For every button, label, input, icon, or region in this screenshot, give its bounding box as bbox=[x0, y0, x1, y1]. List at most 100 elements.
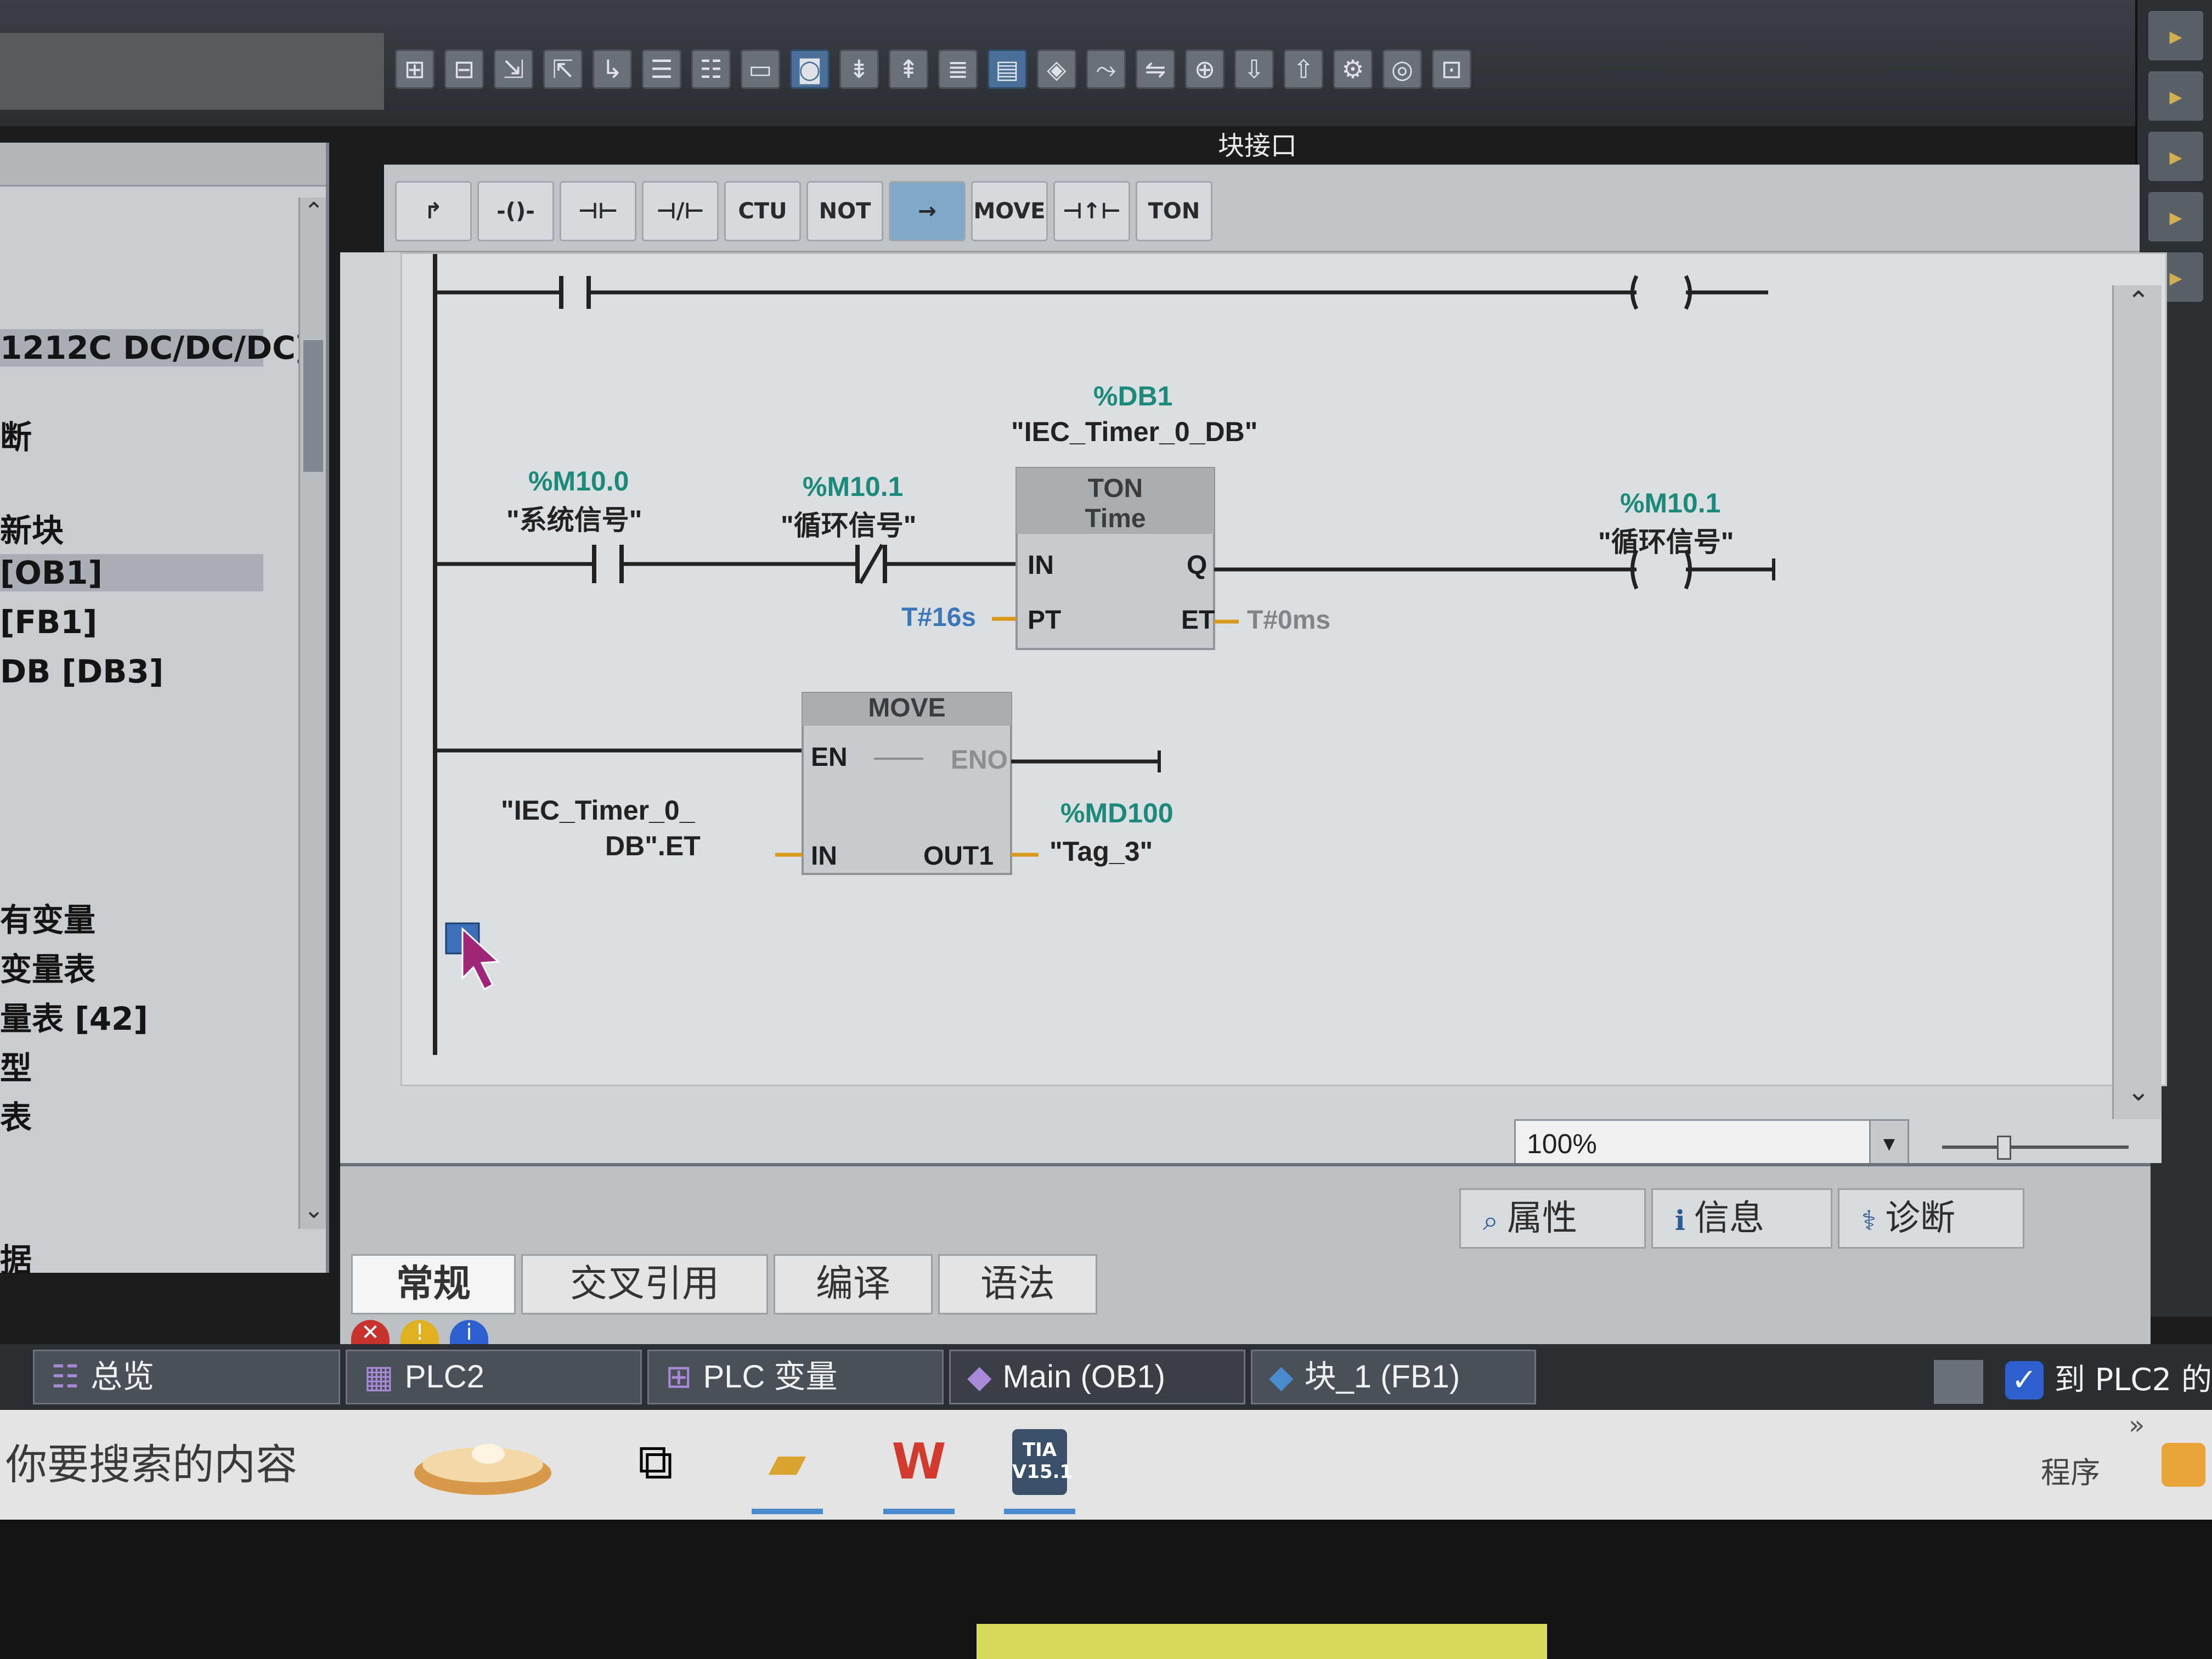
editor-scroll-down-icon[interactable]: ⌄ bbox=[2114, 1075, 2163, 1119]
tree-item-add-tag-table[interactable]: 变量表 bbox=[0, 944, 95, 990]
tasks-card-icon[interactable]: ▸ bbox=[2148, 132, 2203, 181]
task-tab-overview[interactable]: ☷ 总览 bbox=[33, 1350, 340, 1404]
error-filter-icon[interactable]: ✕ bbox=[351, 1320, 390, 1347]
ton-block-subtype[interactable]: Time bbox=[1017, 504, 1214, 534]
close-all-icon[interactable]: ⇞ bbox=[889, 49, 928, 89]
editor-scroll-up-icon[interactable]: ⌃ bbox=[2114, 285, 2163, 329]
move-in-operand-line1[interactable]: "IEC_Timer_0_ bbox=[501, 794, 695, 826]
move-out-name[interactable]: "Tag_3" bbox=[1049, 836, 1153, 867]
not-button[interactable]: NOT bbox=[806, 181, 883, 241]
network-comment-icon[interactable]: ≣ bbox=[938, 49, 978, 89]
open-branch-icon[interactable]: ↱ bbox=[395, 181, 472, 241]
zoom-slider[interactable] bbox=[1942, 1130, 2129, 1163]
coil-address[interactable]: %M10.1 bbox=[1620, 487, 1720, 519]
tab-info[interactable]: ℹ 信息 bbox=[1651, 1188, 1832, 1249]
tree-item-online-data[interactable]: 据 bbox=[0, 1234, 32, 1280]
warning-filter-icon[interactable]: ! bbox=[400, 1320, 439, 1347]
file-explorer-icon[interactable]: ▰ bbox=[735, 1421, 839, 1514]
upload-icon[interactable]: ⇧ bbox=[1284, 49, 1323, 89]
ton-et-value[interactable]: T#0ms bbox=[1247, 605, 1330, 635]
download-icon[interactable]: ⇩ bbox=[1234, 49, 1274, 89]
move-button[interactable]: MOVE bbox=[971, 181, 1048, 241]
tree-item-fb1[interactable]: [FB1] bbox=[0, 603, 97, 641]
layout-icon[interactable]: ⊡ bbox=[1432, 49, 1471, 89]
scroll-down-icon[interactable]: ⌄ bbox=[300, 1196, 328, 1229]
list-alt-icon[interactable]: ☷ bbox=[691, 49, 731, 89]
tab-diagnostics[interactable]: ⚕ 诊断 bbox=[1838, 1188, 2024, 1249]
insert-network-icon[interactable]: ⊞ bbox=[395, 49, 435, 89]
coil-icon[interactable]: -()- bbox=[477, 181, 554, 241]
tree-item-default-tag-table[interactable]: 量表 [42] bbox=[0, 993, 148, 1039]
network-canvas[interactable]: %DB1 "IEC_Timer_0_DB" TON Time IN Q PT E… bbox=[400, 252, 2167, 1086]
zoom-select[interactable]: 100% ▼ bbox=[1514, 1119, 1909, 1169]
tree-item-watch-tables[interactable]: 表 bbox=[0, 1092, 32, 1138]
contact1-address[interactable]: %M10.0 bbox=[528, 465, 629, 497]
info-filter-icon[interactable]: i bbox=[450, 1320, 488, 1347]
tab-properties[interactable]: ⌕ 属性 bbox=[1459, 1188, 1646, 1249]
move-out-address[interactable]: %MD100 bbox=[1060, 797, 1173, 829]
move-in-operand-line2[interactable]: DB".ET bbox=[605, 830, 701, 862]
favorites-icon[interactable]: ◙ bbox=[790, 49, 830, 89]
libraries-card-icon[interactable]: ▸ bbox=[2148, 192, 2203, 241]
status-area[interactable]: ✓ 到 PLC2 的 bbox=[1933, 1355, 2212, 1404]
scroll-up-icon[interactable]: ⌃ bbox=[300, 198, 328, 230]
ton-pt-value[interactable]: T#16s bbox=[901, 602, 976, 633]
task-tab-fb1[interactable]: ◆ 块_1 (FB1) bbox=[1251, 1350, 1536, 1404]
cross-reference-icon[interactable]: ⊕ bbox=[1185, 49, 1224, 89]
contact1-name[interactable]: "系统信号" bbox=[506, 498, 642, 538]
settings-icon[interactable]: ⚙ bbox=[1333, 49, 1373, 89]
block-interface-title[interactable]: 块接口 bbox=[1218, 124, 1297, 162]
testing-card-icon[interactable]: ▸ bbox=[2148, 71, 2203, 121]
list-icon[interactable]: ☰ bbox=[642, 49, 681, 89]
ton-db-address[interactable]: %DB1 bbox=[1093, 380, 1172, 412]
tia-portal-app[interactable]: TIA V15.1 bbox=[988, 1421, 1092, 1514]
instructions-card-icon[interactable]: ▸ bbox=[2148, 11, 2203, 60]
subtab-general[interactable]: 常规 bbox=[351, 1254, 516, 1314]
nc-contact-button[interactable]: ⊣/⊢ bbox=[642, 181, 719, 241]
tree-item-all-tags[interactable]: 有变量 bbox=[0, 894, 95, 940]
editor-scrollbar[interactable]: ⌃ ⌄ bbox=[2112, 285, 2162, 1119]
tree-item-db3[interactable]: DB [DB3] bbox=[0, 653, 163, 690]
task-view-icon[interactable]: ⧉ bbox=[603, 1421, 708, 1514]
delete-network-icon[interactable]: ⊟ bbox=[444, 49, 484, 89]
ton-db-name[interactable]: "IEC_Timer_0_DB" bbox=[1011, 416, 1257, 448]
tree-item-diagnostics[interactable]: 断 bbox=[0, 411, 32, 458]
p-trig-button[interactable]: ⊣↑⊢ bbox=[1053, 181, 1130, 241]
task-tab-main-ob1[interactable]: ◆ Main (OB1) bbox=[949, 1350, 1245, 1404]
tray-expand-icon[interactable]: » bbox=[2129, 1410, 2145, 1441]
go-to-icon[interactable]: ⤳ bbox=[1086, 49, 1126, 89]
open-all-icon[interactable]: ⇟ bbox=[839, 49, 879, 89]
status-bar-icon[interactable] bbox=[1933, 1359, 1983, 1404]
subtab-compile[interactable]: 编译 bbox=[774, 1254, 933, 1314]
block-interface-icon[interactable]: ▤ bbox=[988, 49, 1027, 89]
connect-icon[interactable]: ↳ bbox=[592, 49, 632, 89]
ton-button[interactable]: TON bbox=[1136, 181, 1212, 241]
contact2-name[interactable]: "循环信号" bbox=[781, 504, 916, 543]
snapshot-icon[interactable]: ◎ bbox=[1383, 49, 1422, 89]
absolute-address-icon[interactable]: ▭ bbox=[741, 49, 780, 89]
project-tree-scrollbar[interactable]: ⌃ ⌄ bbox=[298, 198, 326, 1229]
chevron-down-icon[interactable]: ▼ bbox=[1869, 1121, 1908, 1167]
task-tab-plc2[interactable]: ▦ PLC2 bbox=[346, 1350, 642, 1404]
wps-office-icon[interactable]: W bbox=[867, 1421, 971, 1514]
jump-button[interactable]: → bbox=[889, 181, 966, 241]
tray-app-icon[interactable] bbox=[2162, 1443, 2205, 1487]
tree-item-add-block[interactable]: 新块 bbox=[0, 505, 64, 551]
subtab-cross-reference[interactable]: 交叉引用 bbox=[521, 1254, 768, 1314]
contact2-address[interactable]: %M10.1 bbox=[803, 471, 903, 503]
close-branch-icon[interactable]: ⇱ bbox=[543, 49, 583, 89]
compare-icon[interactable]: ⇋ bbox=[1136, 49, 1175, 89]
coil-name[interactable]: "循环信号" bbox=[1598, 520, 1734, 560]
subtab-syntax[interactable]: 语法 bbox=[938, 1254, 1097, 1314]
insert-branch-icon[interactable]: ⇲ bbox=[494, 49, 533, 89]
no-contact-button[interactable]: ⊣⊢ bbox=[560, 181, 636, 241]
tray-program-label[interactable]: 程序 bbox=[2041, 1448, 2100, 1492]
tree-item-device[interactable]: 1212C DC/DC/DC] bbox=[0, 329, 310, 366]
ctu-button[interactable]: CTU bbox=[724, 181, 801, 241]
tree-item-main-ob1[interactable]: [OB1] bbox=[0, 554, 263, 591]
scroll-thumb[interactable] bbox=[303, 340, 323, 472]
task-tab-plc-tags[interactable]: ⊞ PLC 变量 bbox=[647, 1350, 944, 1404]
zoom-slider-handle[interactable] bbox=[1997, 1136, 2011, 1160]
tree-item-data-types[interactable]: 型 bbox=[0, 1042, 32, 1088]
monitor-icon[interactable]: ◈ bbox=[1037, 49, 1076, 89]
